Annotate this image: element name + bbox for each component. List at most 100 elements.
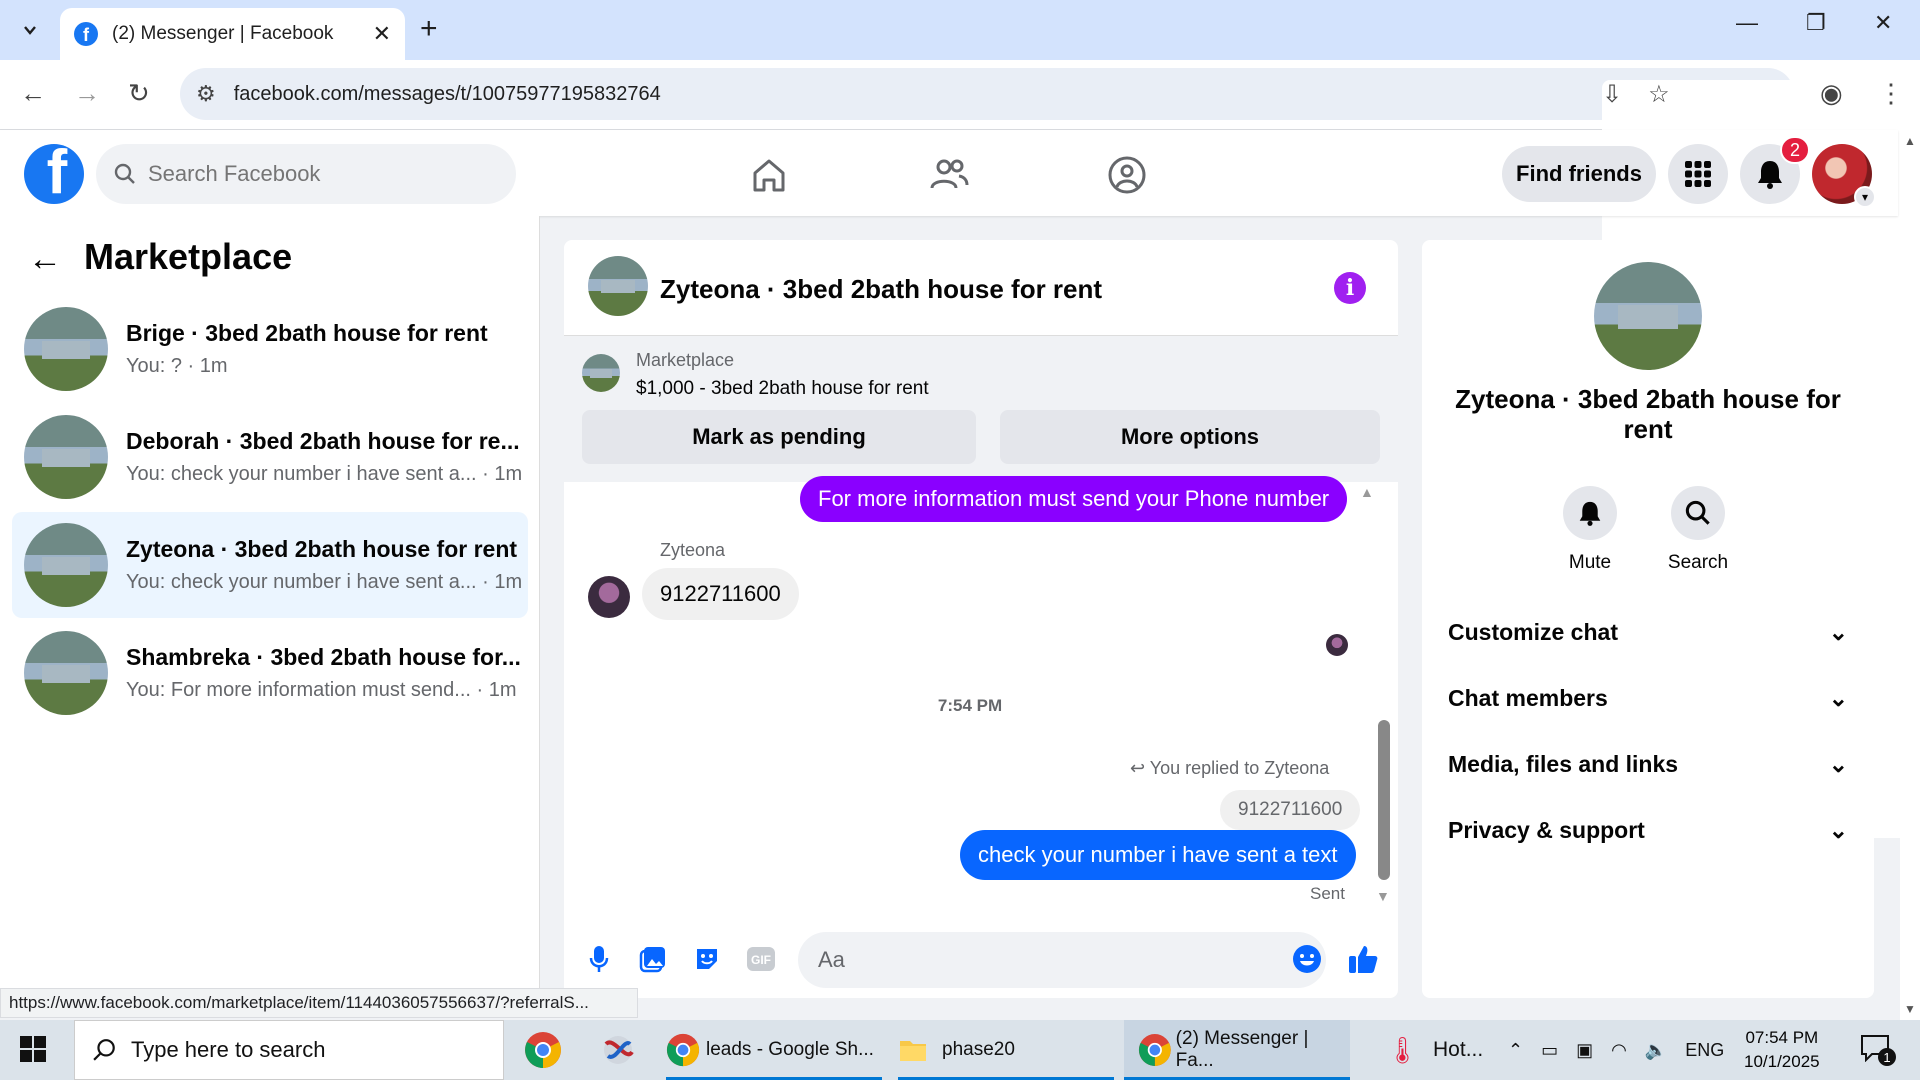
outgoing-message[interactable]: check your number i have sent a text [960,830,1356,880]
search-icon [114,163,135,184]
clock-time: 07:54 PM [1745,1028,1819,1047]
chat-members-row[interactable]: Chat members ⌄ [1448,678,1848,718]
search-in-chat-button[interactable]: Search [1648,486,1748,574]
taskbar-item-google-sheets[interactable]: leads - Google Sh... [666,1020,882,1080]
listing-label: Marketplace [636,350,735,370]
reload-icon[interactable]: ↻ [128,78,150,109]
incoming-message[interactable]: 9122711600 [642,568,799,620]
microphone-icon[interactable] [582,942,616,976]
app-taskbar-icon[interactable] [600,1020,640,1080]
folder-icon [900,1041,926,1061]
find-friends-button[interactable]: Find friends [1502,146,1656,202]
more-options-button[interactable]: More options [1000,410,1380,464]
scroll-up-icon[interactable]: ▲ [1360,484,1374,500]
conversation-name: Deborah · 3bed 2bath house for re... [126,428,520,454]
browser-tab-messenger[interactable]: f (2) Messenger | Facebook ✕ [60,8,405,60]
search-icon [93,1039,115,1061]
page-scrollbar[interactable]: ▲ ▼ [1900,130,1920,1020]
close-tab-icon[interactable]: ✕ [373,21,391,47]
row-label: Chat members [1448,684,1608,711]
account-chevron-icon: ▾ [1854,186,1876,208]
menu-grid-icon[interactable] [1668,144,1728,204]
home-nav-icon[interactable] [744,150,794,200]
chat-scrollbar[interactable] [1378,720,1390,880]
taskbar-item-messenger[interactable]: (2) Messenger | Fa... [1124,1020,1350,1080]
chrome-icon [1138,1034,1171,1066]
mute-button[interactable]: Mute [1540,486,1640,574]
chrome-menu-icon[interactable]: ⋮ [1878,78,1904,109]
sender-avatar[interactable] [588,576,630,618]
info-icon[interactable]: i [1334,272,1366,304]
conversation-preview: You: check your number i have sent a... … [126,463,523,485]
clock-date: 10/1/2025 [1744,1052,1820,1071]
chevron-up-icon[interactable]: ⌃ [1508,1040,1523,1061]
gif-icon[interactable]: GIF [744,942,778,976]
conversation-item-selected[interactable]: Zyteona · 3bed 2bath house for rent You:… [12,512,528,618]
forward-arrow-icon[interactable]: → [74,78,100,109]
windows-start-icon[interactable] [20,1036,46,1067]
chat-title[interactable]: Zyteona · 3bed 2bath house for rent [660,274,1102,305]
customize-chat-row[interactable]: Customize chat ⌄ [1448,612,1848,652]
volume-icon[interactable]: 🔈 [1645,1040,1667,1061]
chat-avatar[interactable] [588,256,648,316]
outgoing-message[interactable]: For more information must send your Phon… [800,476,1348,522]
read-receipt-avatar [1326,634,1348,656]
thermometer-icon: 🌡 [1386,1034,1420,1065]
message-timestamp: 7:54 PM [937,696,1003,715]
listing-avatar[interactable] [1594,262,1702,370]
address-bar[interactable]: ⚙ facebook.com/messages/t/10075977195832… [180,68,1920,838]
photo-icon[interactable] [636,942,670,976]
taskbar-search-box[interactable]: Type here to search [74,1020,504,1080]
device-icon[interactable]: ▣ [1576,1040,1593,1061]
conversation-preview: You: ? · 1m [126,355,228,377]
profile-icon[interactable]: ◉ [1820,78,1843,109]
like-thumbs-up-icon[interactable] [1346,942,1380,976]
mark-as-pending-button[interactable]: Mark as pending [582,410,976,464]
taskbar-clock[interactable]: 07:54 PM 10/1/2025 [1744,1026,1820,1074]
message-input[interactable]: Aa [798,932,1326,988]
facebook-search-box[interactable] [96,144,516,204]
reply-label: You replied to Zyteona [1149,758,1330,778]
scroll-down-icon[interactable]: ▼ [1904,1002,1916,1016]
conversation-item[interactable]: Shambreka · 3bed 2bath house for... You:… [12,620,528,726]
taskbar-item-label: leads - Google Sh... [706,1039,874,1060]
tab-search-chevron-icon[interactable] [10,10,50,50]
notification-center-icon[interactable]: 1 [1860,1034,1900,1068]
account-avatar[interactable]: ▾ [1812,144,1876,208]
minimize-icon[interactable]: — [1736,10,1758,36]
facebook-search-input[interactable] [148,161,468,187]
language-indicator[interactable]: ENG [1685,1040,1724,1061]
scroll-up-icon[interactable]: ▲ [1904,134,1916,148]
chevron-down-icon: ⌄ [1828,684,1848,711]
chat-panel: Zyteona · 3bed 2bath house for rent i Ma… [564,240,1398,998]
restore-icon[interactable]: ❐ [1806,10,1826,36]
back-arrow-icon[interactable]: ← [28,240,62,279]
privacy-support-row[interactable]: Privacy & support ⌄ [1448,810,1848,850]
panel-title: Marketplace [84,236,293,277]
listing-thumbnail[interactable] [582,354,620,392]
reply-arrow-icon: ↩ [1130,758,1146,778]
url-text[interactable]: facebook.com/messages/t/1007597719583276… [234,83,661,106]
back-arrow-icon[interactable]: ← [20,78,46,109]
wifi-icon[interactable]: ◠ [1611,1040,1627,1061]
emoji-icon[interactable] [1290,942,1324,976]
friends-nav-icon[interactable] [924,150,974,200]
listing-price[interactable]: $1,000 - 3bed 2bath house for rent [636,378,929,400]
groups-nav-icon[interactable] [1102,150,1152,200]
new-tab-icon[interactable]: + [420,12,438,46]
scroll-down-icon[interactable]: ▼ [1376,888,1390,904]
sticker-icon[interactable] [690,942,724,976]
quoted-message[interactable]: 9122711600 [1220,790,1361,830]
close-window-icon[interactable]: ✕ [1874,10,1892,36]
chrome-icon [666,1033,700,1067]
chrome-taskbar-icon[interactable] [524,1020,564,1080]
conversation-item[interactable]: Brige · 3bed 2bath house for rent You: ?… [12,296,528,402]
facebook-logo-icon[interactable]: f [24,144,84,204]
weather-widget[interactable]: 🌡 Hot... [1386,1020,1496,1080]
conversation-item[interactable]: Deborah · 3bed 2bath house for re... You… [12,404,528,510]
media-files-links-row[interactable]: Media, files and links ⌄ [1448,744,1848,784]
taskbar-item-phase20[interactable]: phase20 [898,1020,1114,1080]
conversation-name: Shambreka · 3bed 2bath house for... [126,644,521,670]
battery-icon[interactable]: ▭ [1541,1040,1558,1061]
site-info-icon[interactable]: ⚙ [196,81,216,107]
